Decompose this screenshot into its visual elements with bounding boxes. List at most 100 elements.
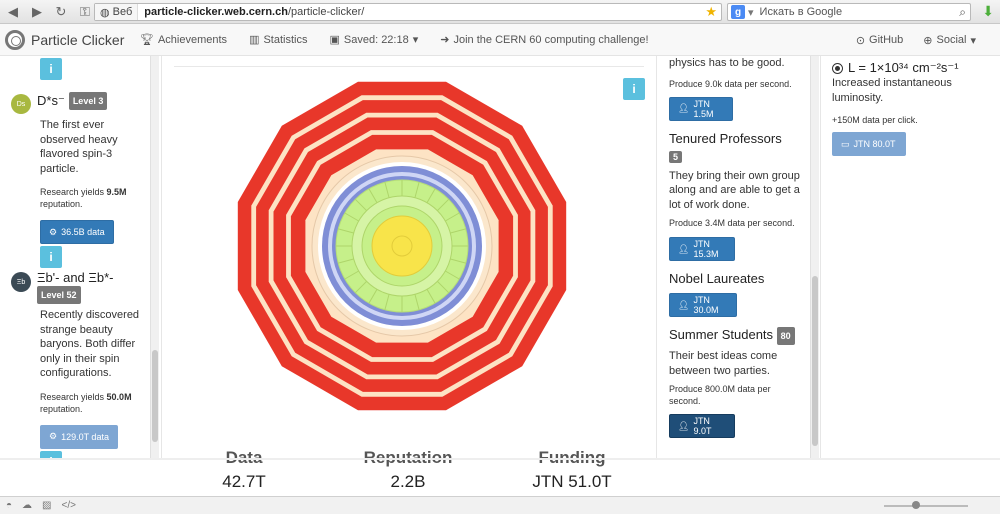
- bar-chart-icon: ▥: [249, 34, 260, 46]
- globe-icon: ◍: [100, 6, 110, 19]
- research-scrollbar[interactable]: [150, 56, 159, 458]
- research-yield: Research yields 50.0M reputation.: [40, 391, 132, 414]
- worker-item: Tenured Professors 5 They bring their ow…: [669, 130, 809, 261]
- worker-count: 80: [776, 327, 795, 345]
- worker-title: Summer Students: [669, 327, 774, 342]
- nav-social[interactable]: ⊕ Social ▾: [923, 34, 976, 47]
- particle-name: D*s⁻: [37, 93, 65, 108]
- hire-button[interactable]: 👤︎ JTN 1.5M: [669, 96, 733, 121]
- turtle-icon[interactable]: ◓: [6, 500, 12, 511]
- upgrade-button[interactable]: ▭ JTN 80.0T: [832, 132, 906, 156]
- target-icon: [832, 62, 843, 74]
- upgrade-effect: +150M data per click.: [832, 115, 918, 125]
- app-navbar: Particle Clicker 🏆︎ Achievements ▥ Stati…: [0, 24, 1000, 56]
- level-badge: Level 3: [68, 92, 108, 110]
- research-button[interactable]: ⚙ 129.0T data: [40, 424, 118, 449]
- github-icon: ⊙: [855, 34, 866, 47]
- globe-icon: ⊕: [923, 34, 933, 47]
- info-button[interactable]: i: [40, 58, 62, 80]
- research-button[interactable]: ⚙ 36.5B data: [40, 220, 114, 244]
- google-icon: g: [731, 5, 745, 19]
- research-item: Ds D*s⁻ Level 3 The first ever observed h…: [11, 92, 150, 268]
- back-icon[interactable]: ◀: [4, 3, 22, 21]
- nav-statistics[interactable]: ▥ Statistics: [249, 33, 307, 47]
- picture-icon[interactable]: ▨: [42, 500, 51, 511]
- site-chip[interactable]: ◍ Веб: [95, 4, 139, 20]
- scrollbar-thumb[interactable]: [152, 350, 158, 442]
- hire-button[interactable]: 👤︎ JTN 30.0M: [669, 293, 737, 317]
- reload-icon[interactable]: ↻: [52, 3, 70, 21]
- particle-icon: Ds: [11, 94, 31, 114]
- detector-area: i: [162, 56, 655, 458]
- logo-icon: [5, 29, 25, 50]
- worker-production: Produce 9.0k data per second.: [669, 78, 792, 89]
- address-bar[interactable]: ◍ Веб particle-clicker.web.cern.ch/parti…: [94, 3, 722, 21]
- forward-icon[interactable]: ▶: [28, 3, 46, 21]
- workers-scrollbar[interactable]: [810, 56, 819, 458]
- worker-item: Summer Students 80 Their best ideas come…: [669, 327, 809, 438]
- page-divider: [0, 458, 1000, 460]
- gears-icon: ⚙: [49, 431, 58, 441]
- zoom-slider-knob[interactable]: [912, 501, 920, 509]
- nav-achievements[interactable]: 🏆︎ Achievements: [140, 33, 227, 47]
- upgrades-panel: L = 1×10³⁴ cm⁻²s⁻¹ Increased instantaneo…: [822, 56, 1000, 458]
- nav-github[interactable]: ⊙ GitHub: [856, 34, 903, 47]
- stat-funding: Funding JTN 51.0T: [532, 448, 612, 491]
- worker-count: 5: [669, 150, 683, 163]
- detector[interactable]: [232, 76, 572, 416]
- worker-title: Tenured Professors: [669, 130, 782, 146]
- workers-panel: physics has to be good. Produce 9.0k dat…: [656, 56, 821, 458]
- user-icon: 👤︎: [678, 103, 690, 113]
- brand[interactable]: Particle Clicker: [0, 29, 140, 50]
- hire-button[interactable]: 👤︎ JTN 9.0T: [669, 414, 735, 438]
- particle-description: Recently discovered strange beauty baryo…: [40, 309, 140, 379]
- particle-name: Ξb'- and Ξb*-: [37, 270, 114, 285]
- worker-description: Their best ideas come between two partie…: [669, 350, 778, 377]
- research-yield: Research yields 9.5M reputation.: [40, 187, 127, 209]
- worker-production: Produce 800.0M data per second.: [669, 384, 771, 406]
- level-badge: Level 52: [37, 286, 81, 304]
- trophy-icon: 🏆︎: [140, 34, 154, 46]
- particle-icon: Ξb: [11, 272, 31, 292]
- cloud-icon[interactable]: ☁: [22, 500, 32, 511]
- hire-button[interactable]: 👤︎ JTN 15.3M: [669, 237, 735, 261]
- nav-saved[interactable]: ▣ Saved: 22:18 ▾: [329, 33, 418, 47]
- worker-item: Nobel Laureates 👤︎ JTN 30.0M: [669, 271, 809, 317]
- divider: [174, 66, 644, 67]
- user-icon: 👤︎: [678, 243, 690, 254]
- user-icon: 👤︎: [678, 420, 690, 431]
- scrollbar-thumb[interactable]: [812, 276, 818, 446]
- worker-title: Nobel Laureates: [669, 271, 765, 286]
- particle-description: The first ever observed heavy flavored s…: [40, 119, 118, 175]
- research-panel: i Ds D*s⁻ Level 3 The first ever observed…: [0, 56, 162, 458]
- money-icon: ▭: [841, 138, 850, 149]
- stats-bar: Data 42.7T Reputation 2.2B Funding JTN 5…: [162, 448, 655, 498]
- research-item: Ξb Ξb'- and Ξb*- Level 52 Recently discov…: [11, 270, 150, 458]
- info-button[interactable]: i: [40, 450, 62, 458]
- key-icon[interactable]: ⚿: [76, 3, 94, 21]
- info-button[interactable]: i: [40, 246, 62, 268]
- download-icon[interactable]: ⬇: [982, 3, 994, 20]
- search-input[interactable]: g ▾ Искать в Google ⌕: [727, 3, 971, 21]
- url-text: particle-clicker.web.cern.ch/particle-cl…: [144, 6, 365, 18]
- core: [371, 215, 433, 277]
- stat-reputation: Reputation 2.2B: [364, 448, 453, 491]
- chevron-down-icon: ▾: [970, 34, 976, 47]
- detector-info-button[interactable]: i: [623, 78, 645, 100]
- floppy-icon: ▣: [329, 34, 340, 46]
- code-icon[interactable]: </>: [62, 500, 76, 511]
- user-icon: 👤︎: [678, 299, 690, 310]
- upgrade-title: L = 1×10³⁴ cm⁻²s⁻¹: [832, 60, 959, 76]
- stat-data: Data 42.7T: [222, 448, 266, 491]
- search-icon[interactable]: ⌕: [959, 5, 966, 20]
- arrow-right-icon: ➜: [440, 34, 450, 46]
- upgrade-description: Increased instantaneous luminosity.: [832, 77, 952, 104]
- worker-description: physics has to be good.: [669, 57, 785, 69]
- nav-challenge[interactable]: ➜ Join the CERN 60 computing challenge!: [440, 33, 648, 47]
- worker-production: Produce 3.4M data per second.: [669, 218, 795, 228]
- gears-icon: ⚙: [49, 226, 58, 237]
- bookmark-star-icon[interactable]: ★: [705, 4, 717, 20]
- worker-description: They bring their own group along and are…: [669, 169, 800, 211]
- search-dropdown-icon[interactable]: ▾: [748, 6, 754, 19]
- zoom-slider[interactable]: [884, 505, 968, 507]
